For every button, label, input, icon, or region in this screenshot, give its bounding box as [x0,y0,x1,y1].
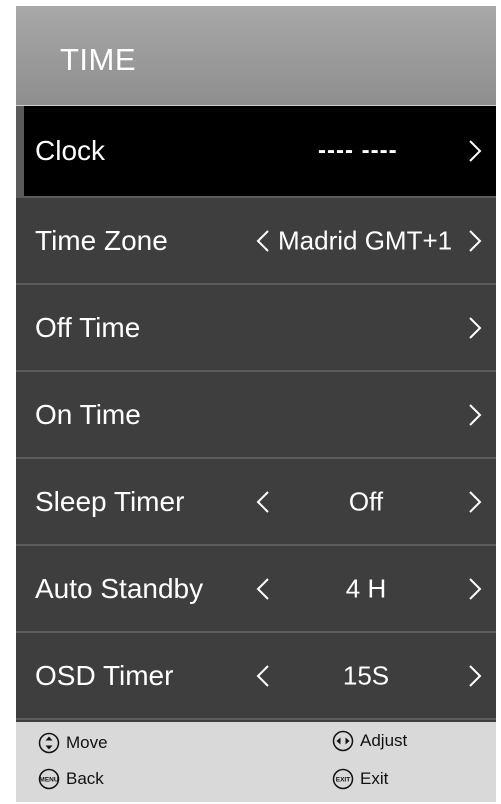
osd-timer-value: 15S [342,660,390,690]
chevron-right-icon[interactable] [466,576,484,602]
exit-key-text: EXIT [336,777,350,784]
hint-move-label: Move [66,733,108,752]
hint-exit: EXIT Exit [332,768,388,790]
chevron-left-icon[interactable] [254,489,272,515]
left-right-keys-icon [332,730,354,752]
chevron-right-icon[interactable] [466,489,484,515]
chevron-right-icon[interactable] [466,138,484,164]
auto-standby-label: Auto Standby [35,572,204,604]
exit-key-icon: EXIT [332,768,354,790]
hint-back-label: Back [66,769,104,788]
menu-key-text: MENU [39,777,58,784]
sleep-timer-label: Sleep Timer [35,485,185,517]
clock-label: Clock [35,135,106,166]
menu-row-clock[interactable]: Clock ---- ---- [16,106,496,198]
menu-row-sleep-timer[interactable]: Sleep Timer Off [16,459,496,546]
menu-row-time-zone[interactable]: Time Zone Madrid GMT+1 [16,198,496,285]
menu-row-off-time[interactable]: Off Time [16,285,496,372]
hint-move: Move [38,732,108,754]
chevron-left-icon[interactable] [254,228,272,254]
auto-standby-value: 4 H [345,573,387,603]
key-hints-footer: Move Adjust MENU Back EXIT Exit [16,722,496,802]
chevron-left-icon[interactable] [254,663,272,689]
menu-row-auto-standby[interactable]: Auto Standby 4 H [16,546,496,633]
menu-row-on-time[interactable]: On Time [16,372,496,459]
hint-adjust-label: Adjust [360,731,408,750]
menu-header: TIME [16,6,496,106]
clock-value: ---- ---- [318,137,398,164]
chevron-right-icon[interactable] [466,315,484,341]
time-zone-value: Madrid GMT+1 [278,225,453,255]
chevron-right-icon[interactable] [466,663,484,689]
osd-timer-label: OSD Timer [35,659,174,691]
chevron-right-icon[interactable] [466,402,484,428]
time-zone-label: Time Zone [35,224,168,256]
chevron-left-icon[interactable] [254,576,272,602]
hint-exit-label: Exit [360,769,389,788]
time-settings-panel: TIME Clock ---- ---- Time Zone Madrid GM… [16,6,496,802]
menu-title: TIME [60,42,137,77]
hint-adjust: Adjust [332,730,407,752]
on-time-label: On Time [35,398,141,430]
off-time-label: Off Time [35,311,141,343]
chevron-right-icon[interactable] [466,228,484,254]
up-down-keys-icon [38,732,60,754]
menu-row-osd-timer[interactable]: OSD Timer 15S [16,633,496,720]
menu-key-icon: MENU [38,768,60,790]
hint-back: MENU Back [38,768,104,790]
sleep-timer-value: Off [348,486,384,516]
menu-list: Clock ---- ---- Time Zone Madrid GMT+1 O… [16,106,496,720]
